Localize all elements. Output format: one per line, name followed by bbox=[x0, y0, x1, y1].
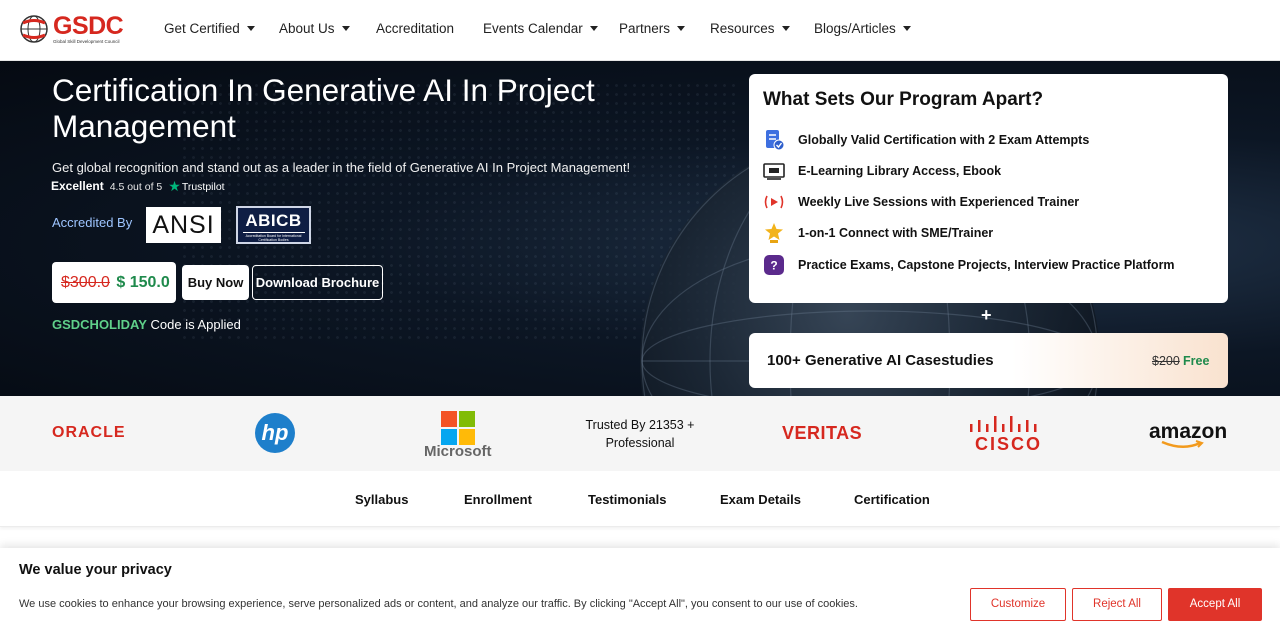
nav-resources[interactable]: Resources bbox=[710, 21, 790, 36]
nav-about-us[interactable]: About Us bbox=[279, 21, 350, 36]
tab-testimonials[interactable]: Testimonials bbox=[588, 492, 667, 507]
casestudies-label: 100+ Generative AI Casestudies bbox=[767, 352, 994, 369]
cisco-bars-icon bbox=[970, 416, 1037, 432]
tab-certification[interactable]: Certification bbox=[854, 492, 930, 507]
nav-accreditation[interactable]: Accreditation bbox=[376, 21, 454, 36]
program-features-card: What Sets Our Program Apart? Globally Va… bbox=[749, 74, 1228, 303]
coupon-code: GSDCHOLIDAY bbox=[52, 317, 147, 332]
old-price: $300.0 bbox=[61, 274, 110, 291]
star-trophy-icon bbox=[765, 223, 783, 243]
coupon-suffix: Code is Applied bbox=[150, 317, 241, 332]
nav-label: Resources bbox=[710, 21, 775, 36]
microsoft-wordmark: Microsoft bbox=[424, 443, 492, 460]
logo-subtitle: Global Skill Development Council bbox=[53, 39, 120, 44]
reject-all-button[interactable]: Reject All bbox=[1072, 588, 1162, 621]
elearning-icon bbox=[763, 163, 785, 180]
new-price: $ 150.0 bbox=[116, 274, 170, 291]
program-card-title: What Sets Our Program Apart? bbox=[763, 89, 1044, 110]
hero-section: Certification In Generative AI In Projec… bbox=[0, 61, 1280, 396]
nav-label: Accreditation bbox=[376, 21, 455, 36]
trusted-by-count: Trusted By 21353 + Professional bbox=[575, 416, 705, 452]
casestudies-old-price: $200 bbox=[1152, 354, 1180, 368]
nav-label: Events Calendar bbox=[483, 21, 583, 36]
customize-button[interactable]: Customize bbox=[970, 588, 1066, 621]
chevron-down-icon bbox=[246, 25, 255, 31]
nav-blogs-articles[interactable]: Blogs/Articles bbox=[814, 21, 911, 36]
chevron-down-icon bbox=[781, 25, 790, 31]
hp-logo: hp bbox=[255, 413, 295, 453]
logo-text: GSDC bbox=[53, 12, 124, 40]
cisco-wordmark: CISCO bbox=[975, 434, 1043, 454]
feature-label: E-Learning Library Access, Ebook bbox=[798, 164, 1002, 178]
cookie-title: We value your privacy bbox=[19, 562, 172, 578]
oracle-logo: ORACLE bbox=[52, 424, 126, 441]
section-tabs: Syllabus Enrollment Testimonials Exam De… bbox=[0, 471, 1280, 527]
nav-label: Partners bbox=[619, 21, 671, 36]
plus-sign: + bbox=[981, 305, 992, 325]
buy-now-button[interactable]: Buy Now bbox=[182, 265, 249, 300]
nav-label: Get Certified bbox=[164, 21, 240, 36]
casestudies-free-label: Free bbox=[1183, 354, 1210, 368]
nav-label: About Us bbox=[279, 21, 335, 36]
chevron-down-icon bbox=[902, 25, 911, 31]
download-brochure-button[interactable]: Download Brochure bbox=[252, 265, 383, 300]
feature-label: Globally Valid Certification with 2 Exam… bbox=[798, 133, 1090, 147]
chevron-down-icon bbox=[677, 25, 686, 31]
feature-item: Globally Valid Certification with 2 Exam… bbox=[763, 129, 1213, 153]
microsoft-logo: Microsoft bbox=[424, 411, 494, 461]
nav-get-certified[interactable]: Get Certified bbox=[164, 21, 255, 36]
abicb-divider bbox=[242, 232, 305, 233]
top-navbar: GSDC Global Skill Development Council Ge… bbox=[0, 0, 1280, 61]
feature-item: Weekly Live Sessions with Experienced Tr… bbox=[763, 191, 1213, 215]
trustpilot-name: Trustpilot bbox=[181, 181, 225, 193]
rating-score: 4.5 out of 5 bbox=[109, 181, 163, 193]
microsoft-grid-icon bbox=[441, 411, 475, 445]
nav-events-calendar[interactable]: Events Calendar bbox=[483, 21, 598, 36]
abicb-title: ABICB bbox=[245, 211, 302, 230]
page-title: Certification In Generative AI In Projec… bbox=[52, 72, 595, 144]
trustpilot-rating[interactable]: Excellent 4.5 out of 5 ★Trustpilot bbox=[51, 178, 225, 195]
price-box: $300.0 $ 150.0 bbox=[52, 262, 176, 303]
nav-label: Blogs/Articles bbox=[814, 21, 896, 36]
chevron-down-icon bbox=[589, 25, 598, 31]
feature-label: Practice Exams, Capstone Projects, Inter… bbox=[798, 258, 1175, 272]
accept-all-button[interactable]: Accept All bbox=[1168, 588, 1262, 621]
chevron-down-icon bbox=[341, 25, 350, 31]
feature-label: Weekly Live Sessions with Experienced Tr… bbox=[798, 195, 1080, 209]
feature-item: ? Practice Exams, Capstone Projects, Int… bbox=[763, 254, 1213, 278]
certificate-icon bbox=[766, 130, 785, 151]
hero-subtitle: Get global recognition and stand out as … bbox=[52, 160, 631, 175]
nav-partners[interactable]: Partners bbox=[619, 21, 686, 36]
feature-item: 1-on-1 Connect with SME/Trainer bbox=[763, 222, 1213, 246]
accredited-by-label: Accredited By bbox=[52, 215, 133, 230]
trustpilot-star-icon: ★ bbox=[168, 178, 181, 194]
gsdc-logo[interactable]: GSDC Global Skill Development Council bbox=[19, 12, 127, 46]
globe-logo-icon bbox=[20, 15, 48, 43]
casestudies-card[interactable]: 100+ Generative AI Casestudies $200 Free bbox=[749, 333, 1228, 388]
tab-syllabus[interactable]: Syllabus bbox=[355, 492, 408, 507]
abicb-logo: ABICB Accreditation Board for Internatio… bbox=[236, 206, 311, 244]
trusted-line-2: Professional bbox=[605, 436, 675, 450]
amazon-smile-icon bbox=[1161, 440, 1204, 448]
live-broadcast-icon bbox=[764, 195, 784, 209]
veritas-logo: VERITAS bbox=[782, 423, 863, 443]
cookie-consent-banner: We value your privacy We use cookies to … bbox=[0, 548, 1280, 634]
ansi-logo: ANSI bbox=[146, 207, 221, 243]
coupon-notice: GSDCHOLIDAY Code is Applied bbox=[52, 317, 241, 332]
question-icon: ? bbox=[764, 255, 784, 275]
cookie-text: We use cookies to enhance your browsing … bbox=[19, 598, 858, 610]
cisco-logo: CISCO bbox=[966, 414, 1046, 454]
svg-text:?: ? bbox=[770, 259, 777, 273]
tab-enrollment[interactable]: Enrollment bbox=[464, 492, 532, 507]
trusted-line-1: Trusted By 21353 + bbox=[585, 418, 695, 432]
rating-label: Excellent bbox=[51, 179, 104, 193]
abicb-subtitle: Accreditation Board for International Ce… bbox=[245, 234, 302, 242]
partner-logos-strip: ORACLE hp Microsoft Trusted By 21353 + P… bbox=[0, 396, 1280, 471]
tab-exam-details[interactable]: Exam Details bbox=[720, 492, 801, 507]
feature-item: E-Learning Library Access, Ebook bbox=[763, 160, 1213, 184]
feature-label: 1-on-1 Connect with SME/Trainer bbox=[798, 226, 994, 240]
